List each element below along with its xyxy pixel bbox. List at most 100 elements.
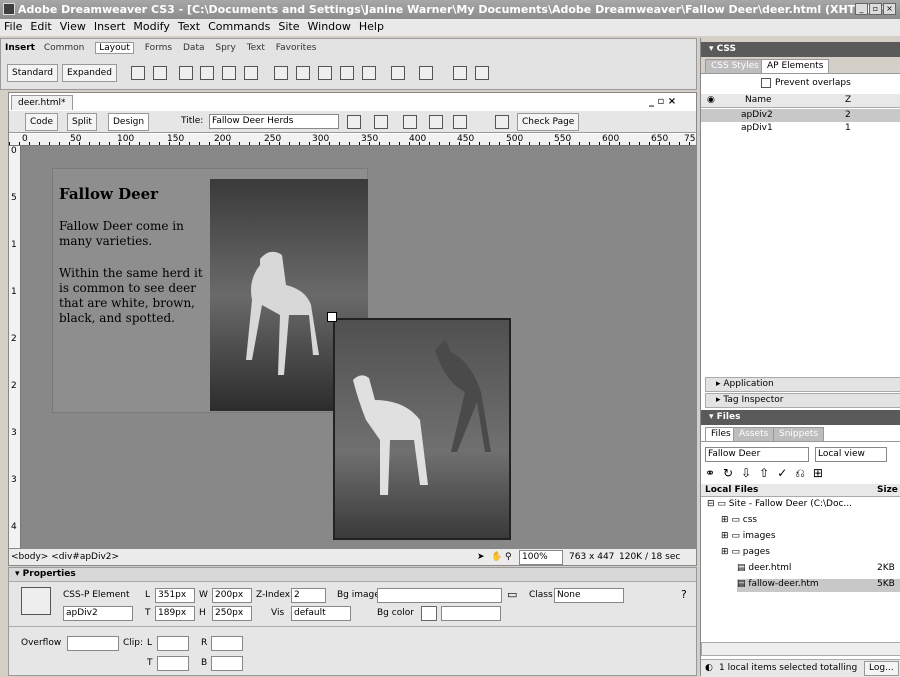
site-select[interactable]: Fallow Deer <box>705 447 809 462</box>
list-item[interactable]: ⊞ ▭ images <box>721 531 900 544</box>
table-icon[interactable] <box>131 66 145 80</box>
preview-browser-icon[interactable] <box>374 115 388 129</box>
doc-window-controls[interactable]: _ ▫ × <box>649 96 676 107</box>
clip-l-input[interactable] <box>157 636 189 651</box>
design-canvas[interactable]: Fallow Deer Fallow Deer come in many var… <box>21 146 696 548</box>
tab-spry[interactable]: Spry <box>215 43 235 53</box>
files-panel-header[interactable]: ▾ Files <box>701 410 900 425</box>
element-id-select[interactable]: apDiv2 <box>63 606 133 621</box>
overflow-select[interactable] <box>67 636 119 651</box>
log-button[interactable]: Log... <box>864 661 899 676</box>
list-item[interactable]: ⊞ ▭ css <box>721 515 900 528</box>
iframe-icon[interactable] <box>362 66 376 80</box>
t-input[interactable]: 189px <box>155 606 195 621</box>
menu-view[interactable]: View <box>56 20 90 33</box>
menu-site[interactable]: Site <box>274 20 303 33</box>
menu-edit[interactable]: Edit <box>26 20 55 33</box>
page-title-input[interactable]: Fallow Deer Herds <box>209 114 339 129</box>
menu-commands[interactable]: Commands <box>204 20 274 33</box>
menu-text[interactable]: Text <box>174 20 204 33</box>
select-tool-icon[interactable]: ➤ <box>477 549 485 565</box>
div-icon[interactable] <box>222 66 236 80</box>
code-view-button[interactable]: Code <box>25 113 59 131</box>
menu-file[interactable]: File <box>0 20 26 33</box>
menu-insert[interactable]: Insert <box>90 20 130 33</box>
clip-b-input[interactable] <box>211 656 243 671</box>
tab-assets[interactable]: Assets <box>733 427 775 441</box>
zindex-input[interactable]: 2 <box>291 588 326 603</box>
view-select[interactable]: Local view <box>815 447 887 462</box>
frame-icon[interactable] <box>340 66 354 80</box>
files-toolbar-icons[interactable]: ⚭↻⇩⇧✓⎌⊞ <box>705 466 831 481</box>
tab-snippets[interactable]: Snippets <box>773 427 825 441</box>
file-management-icon[interactable] <box>347 115 361 129</box>
ap-div-handle[interactable] <box>327 312 337 322</box>
table-row[interactable]: apDiv1 1 <box>701 122 900 135</box>
tab-forms[interactable]: Forms <box>145 43 172 53</box>
tab-text[interactable]: Text <box>247 43 265 53</box>
bg-image-input[interactable] <box>377 588 502 603</box>
minimize-button[interactable]: _ <box>855 3 868 15</box>
layout-cell-icon[interactable] <box>200 66 214 80</box>
frames-icon[interactable] <box>391 66 405 80</box>
insert-row-icon[interactable] <box>296 66 310 80</box>
class-select[interactable]: None <box>554 588 624 603</box>
eye-icon[interactable]: ◉ <box>707 95 715 105</box>
menu-window[interactable]: Window <box>304 20 355 33</box>
ap-div-1[interactable]: Fallow Deer Fallow Deer come in many var… <box>52 168 368 413</box>
tab-data[interactable]: Data <box>183 43 205 53</box>
tab-common[interactable]: Common <box>44 43 85 53</box>
prevent-overlaps-checkbox[interactable] <box>761 78 771 88</box>
help-icon[interactable]: ? <box>681 588 687 601</box>
zoom-select[interactable]: 100% <box>519 550 563 565</box>
frames-menu-icon[interactable] <box>419 66 433 80</box>
menu-modify[interactable]: Modify <box>129 20 173 33</box>
spry-tabs-icon[interactable] <box>475 66 489 80</box>
tab-favorites[interactable]: Favorites <box>276 43 317 53</box>
design-view-button[interactable]: Design <box>108 113 150 131</box>
tab-ap-elements[interactable]: AP Elements <box>761 59 830 73</box>
ap-div-icon[interactable] <box>244 66 258 80</box>
table-row[interactable]: apDiv2 2 <box>701 109 900 122</box>
list-item[interactable]: ▤ fallow-deer.htm 5KB <box>737 579 900 592</box>
refresh-icon[interactable] <box>403 115 417 129</box>
ap-div-2[interactable] <box>327 312 511 540</box>
tab-layout[interactable]: Layout <box>95 42 134 54</box>
validate-markup-icon[interactable] <box>495 115 509 129</box>
restore-button[interactable]: ▫ <box>869 3 882 15</box>
vis-select[interactable]: default <box>291 606 351 621</box>
deer-photo-2[interactable] <box>335 320 509 538</box>
layer-icon[interactable] <box>153 66 167 80</box>
menu-help[interactable]: Help <box>355 20 388 33</box>
window-size[interactable]: 763 x 447 <box>569 549 614 565</box>
w-input[interactable]: 200px <box>212 588 252 603</box>
css-panel-header[interactable]: ▾ CSS <box>701 42 900 57</box>
visual-aids-icon[interactable] <box>453 115 467 129</box>
insert-header[interactable]: Insert <box>5 43 35 53</box>
tag-selector[interactable]: <body> <div#apDiv2> <box>11 549 119 565</box>
standard-table-icon[interactable] <box>274 66 288 80</box>
application-panel-header[interactable]: ▸ Application <box>705 377 900 392</box>
clip-r-input[interactable] <box>211 636 243 651</box>
document-tab[interactable]: deer.html* <box>11 95 73 110</box>
tag-inspector-panel-header[interactable]: ▸ Tag Inspector <box>705 393 900 408</box>
bg-color-swatch[interactable] <box>421 606 437 621</box>
split-view-button[interactable]: Split <box>67 113 97 131</box>
clip-t-input[interactable] <box>157 656 189 671</box>
insert-column-icon[interactable] <box>318 66 332 80</box>
standard-button[interactable]: Standard <box>7 64 58 82</box>
horizontal-scrollbar[interactable] <box>701 642 900 656</box>
tab-css-styles[interactable]: CSS Styles <box>705 59 765 73</box>
close-button[interactable]: × <box>883 3 896 15</box>
properties-header[interactable]: ▾ Properties <box>9 568 696 582</box>
layout-table-icon[interactable] <box>179 66 193 80</box>
list-item[interactable]: ▤ deer.html 2KB <box>737 563 900 576</box>
view-options-icon[interactable] <box>429 115 443 129</box>
folder-icon[interactable]: ▭ <box>507 588 517 601</box>
hand-tool-icon[interactable]: ✋ <box>491 549 502 565</box>
h-input[interactable]: 250px <box>212 606 252 621</box>
expanded-button[interactable]: Expanded <box>62 64 117 82</box>
bg-color-input[interactable] <box>441 606 501 621</box>
check-page-button[interactable]: Check Page <box>517 113 580 131</box>
zoom-tool-icon[interactable]: ⚲ <box>505 549 512 565</box>
